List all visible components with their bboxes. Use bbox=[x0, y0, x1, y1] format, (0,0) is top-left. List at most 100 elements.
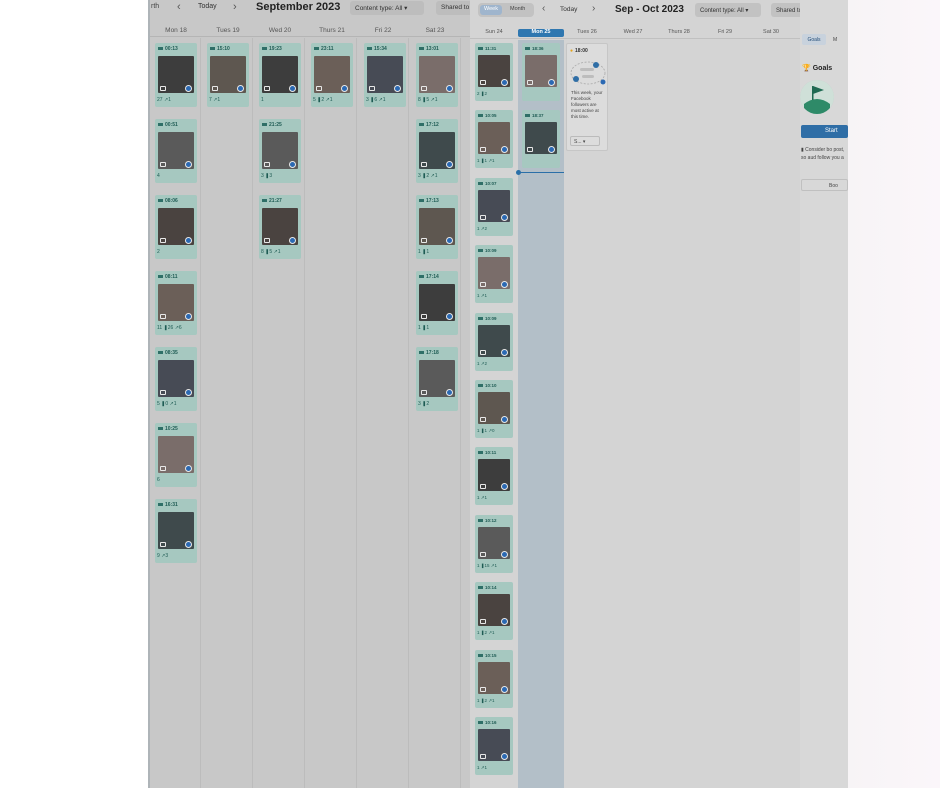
post-card[interactable]: 17:14 1 ❚1 bbox=[416, 271, 458, 335]
view-month-button[interactable]: Month bbox=[510, 6, 525, 12]
post-card[interactable]: 08:06 2 bbox=[155, 195, 197, 259]
post-card[interactable]: 13:01 8 ❚5 ↗1 bbox=[416, 43, 458, 107]
post-time: 10:09 bbox=[478, 316, 497, 321]
today-button[interactable]: Today bbox=[560, 6, 577, 13]
post-card[interactable]: 16:31 9 ↗3 bbox=[155, 499, 197, 563]
post-thumbnail bbox=[478, 325, 510, 357]
facebook-icon bbox=[446, 237, 453, 244]
page-title: September 2023 bbox=[256, 1, 341, 13]
best-time-tip-card[interactable]: ● 18:00 This week, your Facebook follower… bbox=[566, 43, 608, 151]
post-card[interactable]: 10:07 1 ↗2 bbox=[475, 178, 513, 236]
schedule-button[interactable]: S... ▾ bbox=[570, 136, 600, 146]
post-thumbnail bbox=[478, 527, 510, 559]
tab-goals[interactable]: Goals bbox=[802, 34, 826, 45]
post-card[interactable]: 10:15 1 ❚2 ↗1 bbox=[475, 650, 513, 708]
multi-photo-icon bbox=[480, 619, 486, 624]
post-card[interactable]: 10:25 6 bbox=[155, 423, 197, 487]
post-card[interactable]: 10:09 1 ↗1 bbox=[475, 245, 513, 303]
day-header: Tues 19 bbox=[216, 27, 240, 34]
post-card[interactable]: 10:12 1 ❚15 ↗1 bbox=[475, 515, 513, 573]
post-card[interactable]: 10:16 1 ↗1 bbox=[475, 717, 513, 775]
day-header: Sun 24 bbox=[485, 29, 503, 35]
facebook-icon bbox=[185, 313, 192, 320]
post-time: 16:31 bbox=[158, 502, 178, 508]
post-stats: 3 ❚6 ↗1 bbox=[366, 97, 386, 103]
current-time-dot bbox=[516, 170, 521, 175]
today-button[interactable]: Today bbox=[198, 3, 217, 10]
post-card[interactable]: 17:12 3 ❚2 ↗1 bbox=[416, 119, 458, 183]
post-card[interactable]: 00:51 4 bbox=[155, 119, 197, 183]
post-stats: 1 ↗2 bbox=[477, 226, 488, 231]
post-card[interactable]: 17:18 3 ❚2 bbox=[416, 347, 458, 411]
post-thumbnail bbox=[158, 208, 194, 245]
day-header: Fri 22 bbox=[374, 27, 392, 34]
schedule-button-label: S... bbox=[574, 139, 582, 145]
multi-photo-icon bbox=[421, 390, 427, 395]
post-card[interactable]: 00:13 27 ↗1 bbox=[155, 43, 197, 107]
facebook-icon bbox=[501, 416, 508, 423]
post-thumbnail bbox=[478, 662, 510, 694]
multi-photo-icon bbox=[160, 238, 166, 243]
content-type-label: Content type: All bbox=[700, 8, 744, 14]
post-card[interactable]: 10:11 1 ↗1 bbox=[475, 447, 513, 505]
multi-photo-icon bbox=[480, 754, 486, 759]
post-stats: 1 ❚1 ↗1 bbox=[477, 158, 495, 163]
post-card[interactable]: 10:05 1 ❚1 ↗1 bbox=[475, 110, 513, 168]
post-card[interactable]: 11:31 2 ❚2 bbox=[475, 43, 513, 101]
facebook-icon bbox=[185, 85, 192, 92]
post-time: 10:09 bbox=[478, 248, 497, 253]
multi-photo-icon bbox=[160, 542, 166, 547]
facebook-icon bbox=[446, 161, 453, 168]
post-time: 11:31 bbox=[478, 46, 496, 51]
multi-photo-icon bbox=[527, 80, 533, 85]
content-type-dropdown[interactable]: Content type: All ▾ bbox=[695, 3, 761, 17]
chevron-left-icon[interactable]: ‹ bbox=[177, 1, 181, 13]
facebook-icon bbox=[289, 161, 296, 168]
post-time: 00:13 bbox=[158, 46, 178, 52]
post-thumbnail bbox=[478, 392, 510, 424]
content-type-dropdown[interactable]: Content type: All ▾ bbox=[350, 1, 424, 15]
post-card[interactable]: 10:10 1 ❚1 ↗0 bbox=[475, 380, 513, 438]
post-stats: 1 bbox=[261, 97, 264, 103]
post-card[interactable]: 10:09 1 ↗2 bbox=[475, 313, 513, 371]
tip-time: ● 18:00 bbox=[570, 48, 588, 54]
chevron-left-icon[interactable]: ‹ bbox=[542, 3, 545, 14]
post-stats: 6 bbox=[157, 477, 160, 483]
post-card[interactable]: 08:11 11 ❚26 ↗6 bbox=[155, 271, 197, 335]
goals-sidebar: Goals M 🏆 Goals Start ▮ Consider bo post,… bbox=[800, 0, 848, 788]
multi-photo-icon bbox=[421, 314, 427, 319]
chevron-right-icon[interactable]: › bbox=[233, 1, 237, 13]
facebook-icon bbox=[501, 551, 508, 558]
tab-more[interactable]: M bbox=[833, 37, 837, 43]
facebook-icon bbox=[501, 618, 508, 625]
shared-to-dropdown[interactable]: Shared to bbox=[436, 1, 470, 15]
post-card[interactable]: 23:11 5 ❚2 ↗1 bbox=[311, 43, 353, 107]
day-header-selected[interactable]: Mon 25 bbox=[518, 29, 564, 37]
post-thumbnail bbox=[478, 257, 510, 289]
post-card[interactable]: 18:36 bbox=[522, 43, 560, 101]
facebook-icon bbox=[289, 237, 296, 244]
post-card[interactable]: 21:27 8 ❚5 ↗1 bbox=[259, 195, 301, 259]
post-card[interactable]: 21:25 3 ❚3 bbox=[259, 119, 301, 183]
post-card[interactable]: 18:37 bbox=[522, 110, 560, 168]
post-thumbnail bbox=[419, 360, 455, 397]
view-week-button[interactable]: Week bbox=[480, 5, 502, 15]
chevron-right-icon[interactable]: › bbox=[592, 3, 595, 14]
facebook-icon bbox=[501, 349, 508, 356]
day-header: Thurs 28 bbox=[668, 29, 690, 35]
post-card[interactable]: 10:14 1 ❚2 ↗1 bbox=[475, 582, 513, 640]
multi-photo-icon bbox=[480, 687, 486, 692]
boost-button[interactable]: Boo bbox=[801, 179, 848, 191]
post-card[interactable]: 15:34 3 ❚6 ↗1 bbox=[364, 43, 406, 107]
post-card[interactable]: 19:23 1 bbox=[259, 43, 301, 107]
post-card[interactable]: 17:13 1 ❚1 bbox=[416, 195, 458, 259]
multi-photo-icon bbox=[480, 147, 486, 152]
post-thumbnail bbox=[158, 512, 194, 549]
post-card[interactable]: 08:35 5 ❚0 ↗1 bbox=[155, 347, 197, 411]
post-stats: 1 ❚1 bbox=[418, 325, 430, 331]
post-stats: 8 ❚5 ↗1 bbox=[261, 249, 281, 255]
post-card[interactable]: 15:10 7 ↗1 bbox=[207, 43, 249, 107]
start-button[interactable]: Start bbox=[801, 125, 848, 138]
post-time: 10:07 bbox=[478, 181, 497, 186]
facebook-icon bbox=[289, 85, 296, 92]
